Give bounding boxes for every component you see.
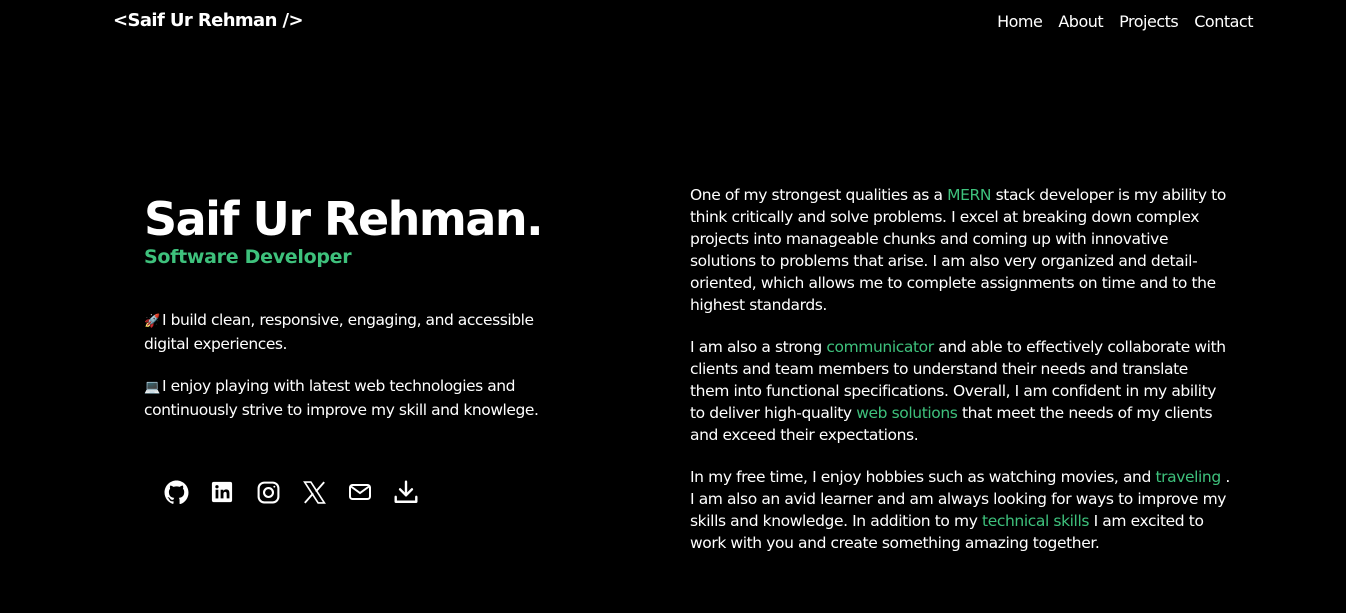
mail-icon[interactable] xyxy=(347,479,373,505)
social-links xyxy=(163,479,419,505)
about-text: In my free time, I enjoy hobbies such as… xyxy=(690,468,1156,486)
about-paragraph-3: In my free time, I enjoy hobbies such as… xyxy=(690,466,1230,554)
highlight-traveling: traveling xyxy=(1155,468,1221,486)
x-icon[interactable] xyxy=(301,479,327,505)
nav-links: Home About Projects Contact xyxy=(997,12,1253,31)
hero-name: Saif Ur Rehman. xyxy=(144,192,544,246)
nav-link-projects[interactable]: Projects xyxy=(1119,12,1179,31)
download-icon[interactable] xyxy=(393,479,419,505)
highlight-web-solutions: web solutions xyxy=(856,404,958,422)
hero-intro-text-2: I enjoy playing with latest web technolo… xyxy=(144,377,539,419)
navbar: <Saif Ur Rehman /> Home About Projects C… xyxy=(0,0,1346,44)
nav-link-home[interactable]: Home xyxy=(997,12,1043,31)
about-text: stack developer is my ability to think c… xyxy=(690,186,1226,314)
about-text: One of my strongest qualities as a xyxy=(690,186,948,204)
rocket-icon: 🚀 xyxy=(144,314,160,329)
about-paragraph-2: I am also a strong communicator and able… xyxy=(690,336,1230,446)
about-paragraph-1: One of my strongest qualities as a MERN … xyxy=(690,184,1230,316)
highlight-technical-skills: technical skills xyxy=(982,512,1090,530)
instagram-icon[interactable] xyxy=(255,479,281,505)
github-icon[interactable] xyxy=(163,479,189,505)
hero-intro-text-1: I build clean, responsive, engaging, and… xyxy=(144,311,534,353)
laptop-icon: 💻 xyxy=(144,380,160,395)
about-text: I am also a strong xyxy=(690,338,827,356)
nav-link-contact[interactable]: Contact xyxy=(1194,12,1253,31)
nav-link-about[interactable]: About xyxy=(1058,12,1103,31)
hero-section: Saif Ur Rehman. Software Developer 🚀 I bu… xyxy=(144,190,564,421)
hero-intro-line-2: 💻 I enjoy playing with latest web technol… xyxy=(144,375,564,421)
hero-intro-line-1: 🚀 I build clean, responsive, engaging, an… xyxy=(144,309,564,355)
highlight-communicator: communicator xyxy=(826,338,934,356)
brand-logo[interactable]: <Saif Ur Rehman /> xyxy=(113,10,304,31)
highlight-mern: MERN xyxy=(947,186,992,204)
hero-role: Software Developer xyxy=(144,246,352,268)
linkedin-icon[interactable] xyxy=(209,479,235,505)
about-section: One of my strongest qualities as a MERN … xyxy=(690,184,1230,574)
